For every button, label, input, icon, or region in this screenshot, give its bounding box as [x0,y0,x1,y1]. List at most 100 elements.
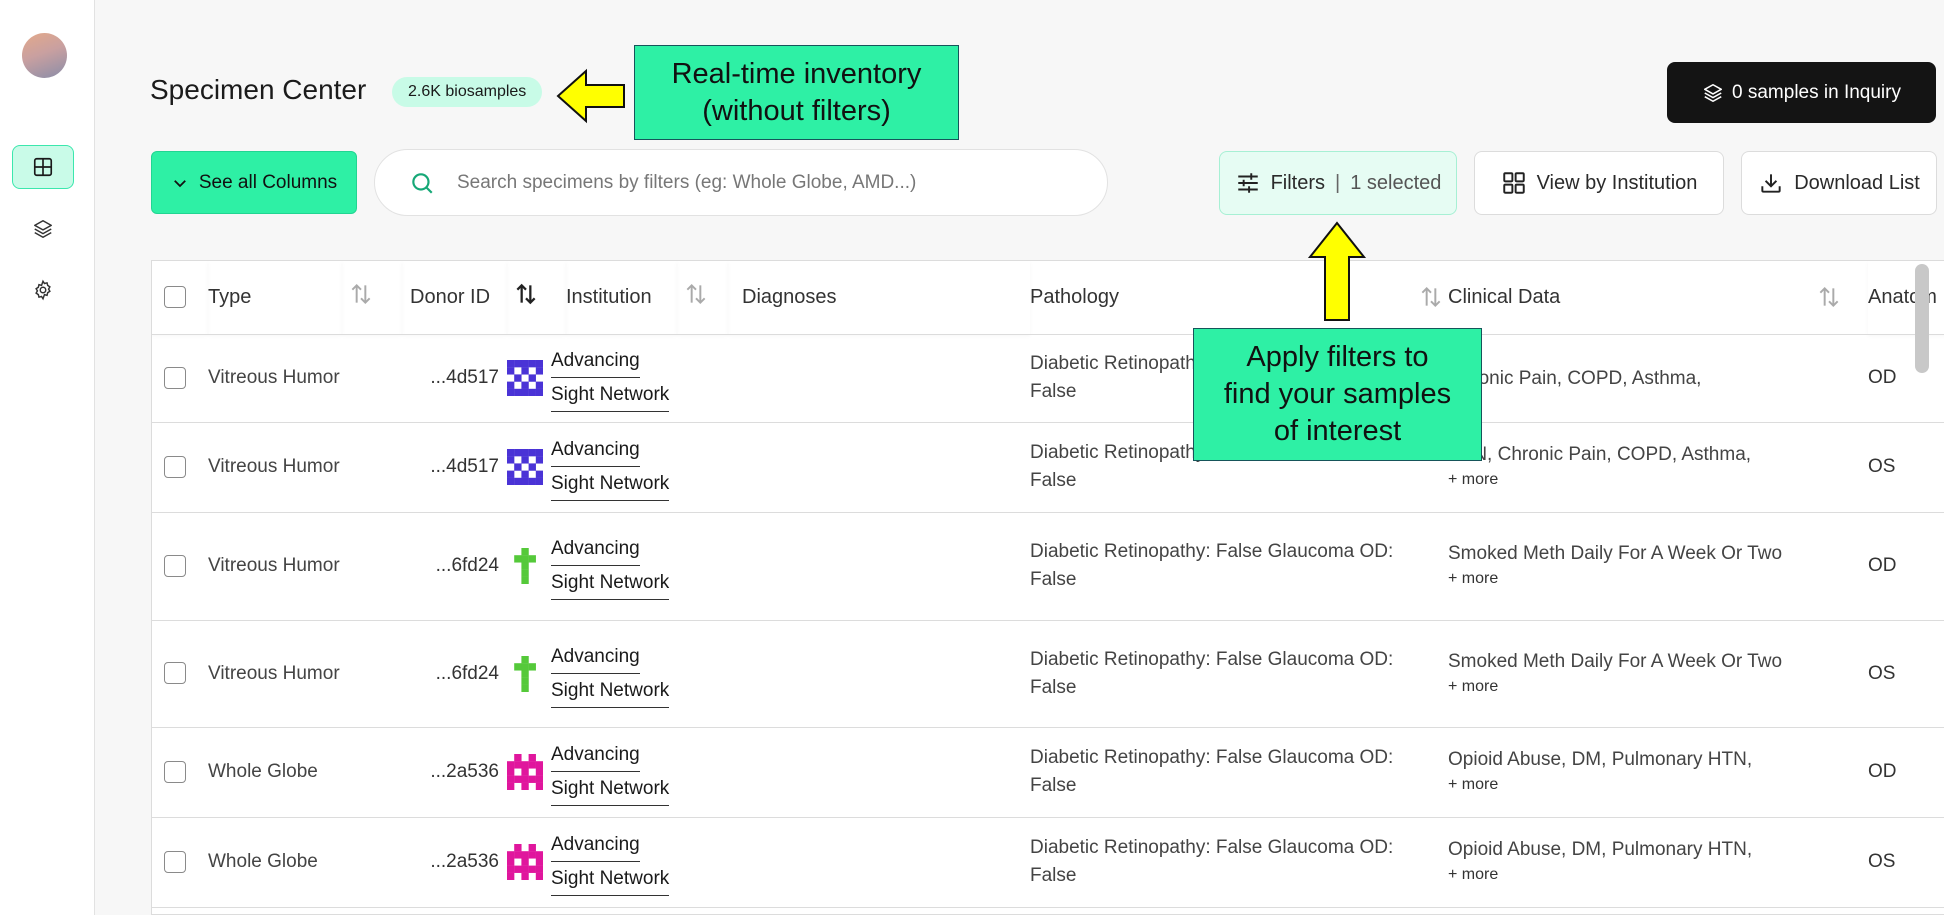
institution-line2: Sight Network [551,378,670,412]
column-header-pathology: Pathology [1030,285,1119,308]
sort-type-icon[interactable] [348,281,374,313]
download-icon [1761,174,1781,193]
institution-link[interactable]: Advancing Sight Network [551,532,670,600]
search-input[interactable] [457,171,1057,194]
institution-link[interactable]: Advancing Sight Network [551,828,670,896]
sort-clinical-icon[interactable] [1816,284,1842,316]
cell-pathology-line2: False [1030,865,1077,886]
view-by-institution-button[interactable]: View by Institution [1474,151,1724,215]
sidebar-item-settings[interactable] [12,268,74,312]
column-header-donor-id: Donor ID [402,261,507,335]
sort-donor-icon[interactable] [513,281,539,313]
see-all-columns-button[interactable]: See all Columns [151,151,357,214]
download-list-button[interactable]: Download List [1741,151,1937,215]
row-checkbox[interactable] [164,760,186,783]
cell-donor-id: ...2a536 [402,727,507,818]
cell-anatomy: OD [1868,334,1944,423]
cell-pathology-line2: False [1030,775,1077,796]
column-header-anatomy: Anatom [1868,261,1944,335]
sort-institution-icon[interactable] [683,281,709,313]
cell-anatomy: OD [1868,727,1944,818]
more-link[interactable]: + more [1448,862,1868,887]
layers-icon [1703,83,1723,102]
table-scrollbar[interactable] [1915,264,1929,373]
institution-line1: Advancing [551,640,640,674]
table-row[interactable]: Vitreous Humor ...6fd24 Advancing Sight Net… [152,512,1944,621]
table-row[interactable]: Vitreous Humor ...6fd24 Advancing Sight Net… [152,620,1944,728]
column-header-clinical-data: Clinical Data [1448,285,1561,308]
institution-link[interactable]: Advancing Sight Network [551,640,670,708]
cell-diagnoses [728,727,1030,818]
select-all-checkbox[interactable] [164,286,186,309]
column-header-diagnoses: Diagnoses [728,261,1030,335]
columns-label: See all Columns [198,171,338,193]
table-row[interactable]: Whole Globe ...2a536 Advancing Sight Networ… [152,817,1944,908]
institution-line1: Advancing [551,344,640,378]
search-icon [412,172,433,194]
sidebar [0,0,95,915]
callout-filters-line1: Apply filters to [1246,341,1429,373]
cell-donor-id: ...4d517 [402,334,507,423]
cell-anatomy: OD [1868,512,1944,621]
cell-anatomy: OS [1868,817,1944,908]
cell-clinical-line1: Smoked Meth Daily For A Week Or Two [1448,543,1783,564]
filters-selected-count: 1 selected [1350,171,1442,194]
cell-pathology-line1: Diabetic Retinopathy: False Glaucoma OD: [1030,747,1394,768]
institution-line1: Advancing [551,828,640,862]
cell-type: Vitreous Humor [208,620,402,728]
layers-icon [34,220,52,238]
row-checkbox[interactable] [164,366,186,389]
table-header-row: Type Donor ID Institution Diagnoses Path… [152,261,1944,335]
institution-link[interactable]: Advancing Sight Network [551,433,670,501]
table-row[interactable]: Whole Globe ...2a536 Advancing Sight Networ… [152,727,1944,818]
search-bar[interactable] [374,149,1108,216]
arrow-left-icon [556,68,625,124]
chevron-down-icon [173,179,186,187]
cell-diagnoses [728,817,1030,908]
biosample-count-badge: 2.6K biosamples [392,77,543,107]
avatar[interactable] [22,33,67,78]
cell-anatomy: OS [1868,620,1944,728]
cell-diagnoses [728,334,1030,423]
inquiry-button[interactable]: 0 samples in Inquiry [1667,62,1936,123]
institution-link[interactable]: Advancing Sight Network [551,344,670,412]
row-checkbox[interactable] [164,850,186,873]
cell-clinical-line1: Opioid Abuse, DM, Pulmonary HTN, [1448,749,1753,770]
sort-pathology-icon[interactable] [1418,284,1444,316]
row-checkbox[interactable] [164,554,186,577]
grid-icon [33,157,53,177]
sidebar-item-inquiry[interactable] [12,207,74,251]
sidebar-item-specimens[interactable] [12,145,74,189]
more-link[interactable]: + more [1448,674,1868,699]
callout-inventory-line2: (without filters) [702,94,891,127]
cell-type: Vitreous Humor [208,334,402,423]
sliders-icon [1237,173,1258,193]
inquiry-label: 0 samples in Inquiry [1732,81,1901,103]
institution-link[interactable]: Advancing Sight Network [551,738,670,806]
filters-button[interactable]: Filters | 1 selected [1219,151,1457,215]
cell-pathology-line1: Diabetic Retinopathy: False Glaucoma OD: [1030,837,1394,858]
cell-pathology-line1: Diabetic Retinopathy: False Glaucoma OD: [1030,541,1394,562]
table-row[interactable]: Vitreous Humor ...4d517 Advancing Sight Net… [152,422,1944,513]
table-row[interactable]: Vitreous Humor ...4d517 Advancing Sight Net… [152,334,1944,423]
cell-diagnoses [728,422,1030,513]
column-header-institution: Institution [566,261,677,335]
cell-donor-id: ...6fd24 [402,620,507,728]
donor-identicon-icon [507,360,543,396]
page-title: Specimen Center [150,74,367,105]
column-header-type: Type [208,261,342,335]
cell-clinical-line1: Smoked Meth Daily For A Week Or Two [1448,650,1783,672]
row-checkbox[interactable] [164,662,186,685]
institution-line2: Sight Network [551,467,670,501]
row-checkbox[interactable] [164,455,186,478]
more-link[interactable]: + more [1448,566,1868,591]
callout-inventory: Real-time inventory (without filters) [634,45,959,140]
cell-type: Vitreous Humor [208,422,402,513]
more-link[interactable]: + more [1448,467,1868,492]
more-link[interactable]: + more [1448,772,1868,797]
cell-clinical-line1: HTN, Chronic Pain, COPD, Asthma, [1448,444,1752,465]
arrow-up-icon [1307,221,1367,321]
cell-diagnoses [728,620,1030,728]
institution-line2: Sight Network [551,674,670,708]
donor-identicon-icon [507,844,543,880]
